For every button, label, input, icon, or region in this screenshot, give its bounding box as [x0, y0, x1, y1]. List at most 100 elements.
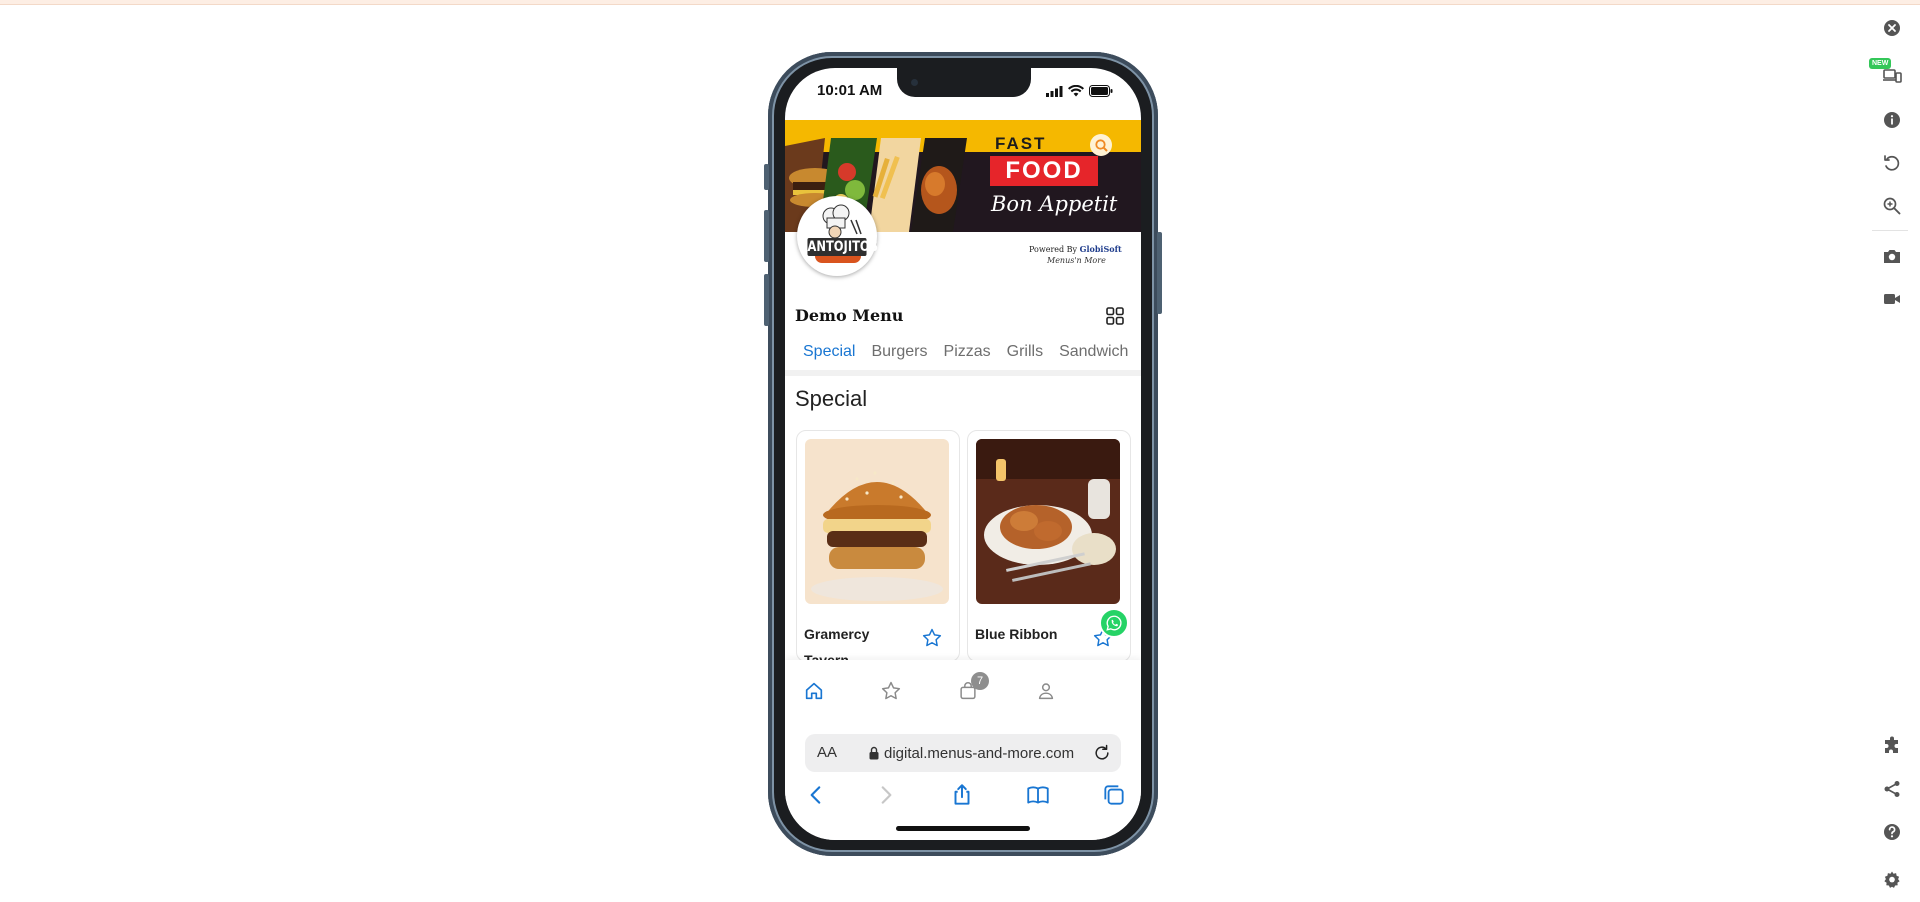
front-camera	[911, 79, 918, 86]
screenshot-button[interactable]	[1878, 242, 1906, 270]
menu-item-name: Gramercy Tavern	[804, 626, 870, 662]
gear-icon	[1884, 871, 1900, 888]
power-button	[1157, 232, 1162, 314]
rotate-button[interactable]	[1878, 149, 1906, 177]
devices-button[interactable]	[1878, 62, 1906, 90]
share-icon	[954, 784, 970, 805]
whatsapp-icon	[1106, 615, 1122, 631]
user-icon	[1038, 683, 1054, 700]
tab-grills[interactable]: Grills	[1007, 334, 1043, 370]
help-button[interactable]	[1878, 818, 1906, 846]
wifi-icon	[1068, 85, 1084, 97]
menu-title: Demo Menu	[795, 306, 904, 325]
menu-item-image[interactable]	[976, 439, 1120, 604]
close-button[interactable]	[1878, 14, 1906, 42]
browser-chrome: AA digital.menus-and-more.com	[785, 726, 1141, 840]
grid-view-button[interactable]	[1105, 306, 1125, 326]
powered-by: Powered By GlobiSoft	[1029, 244, 1122, 254]
lock-icon	[869, 746, 879, 760]
volume-down-button	[764, 274, 769, 326]
browser-back-button[interactable]	[803, 782, 829, 808]
browser-bookmarks-button[interactable]	[1025, 782, 1051, 808]
section-title: Special	[795, 386, 868, 411]
phone-screen: 10:01 AM FAST FOOD Bon Appetit ANTOJITOS…	[785, 68, 1141, 840]
bottom-navigation: 7	[785, 660, 1141, 726]
reader-text-size-button[interactable]: AA	[817, 744, 837, 761]
home-indicator	[896, 826, 1030, 831]
nav-profile[interactable]	[1035, 680, 1061, 706]
browser-tabs-button[interactable]	[1101, 782, 1127, 808]
star-icon	[881, 681, 901, 700]
devices-icon	[1883, 69, 1902, 83]
menu-item-name: Blue Ribbon	[975, 626, 1058, 642]
home-icon	[805, 682, 823, 700]
top-accent-line	[0, 0, 1920, 5]
banner-tagline: Bon Appetit	[991, 192, 1118, 216]
fried-chicken-image	[976, 439, 1120, 604]
menu-item-image[interactable]	[805, 439, 949, 604]
settings-button[interactable]	[1878, 866, 1906, 894]
book-icon	[1027, 786, 1049, 804]
puzzle-icon	[1885, 736, 1898, 753]
logo-swoosh	[815, 256, 861, 263]
grid-icon	[1106, 307, 1124, 325]
menu-item-card[interactable]: Gramercy Tavern	[796, 430, 960, 662]
extensions-button[interactable]	[1878, 732, 1906, 760]
help-icon	[1884, 824, 1900, 840]
info-button[interactable]	[1878, 106, 1906, 134]
zoom-in-icon	[1883, 197, 1901, 215]
cart-count-badge: 7	[971, 672, 989, 690]
category-tabs: Special Burgers Pizzas Grills Sandwich F…	[785, 334, 1141, 370]
chevron-left-icon	[810, 786, 821, 804]
tabs-divider	[785, 370, 1141, 376]
mute-switch	[764, 164, 769, 190]
restaurant-logo: ANTOJITOS	[797, 196, 878, 276]
tab-special[interactable]: Special	[803, 334, 855, 370]
whatsapp-button[interactable]	[1099, 608, 1129, 638]
tab-burgers[interactable]: Burgers	[871, 334, 927, 370]
powered-by-company: GlobiSoft	[1079, 244, 1122, 254]
browser-forward-button[interactable]	[873, 782, 899, 808]
video-camera-icon	[1884, 294, 1900, 304]
logo-text: ANTOJITOS	[807, 238, 878, 256]
tab-sandwich[interactable]: Sandwich	[1059, 334, 1128, 370]
volume-up-button	[764, 210, 769, 262]
info-icon	[1884, 112, 1900, 128]
powered-by-label: Powered By	[1029, 245, 1078, 254]
star-outline-icon	[922, 628, 942, 647]
signal-icon	[1046, 85, 1063, 97]
search-icon	[1094, 138, 1108, 152]
nav-cart[interactable]: 7	[957, 672, 989, 706]
close-icon	[1884, 20, 1900, 36]
url-text[interactable]: digital.menus-and-more.com	[884, 745, 1074, 762]
address-bar[interactable]: AA digital.menus-and-more.com	[805, 734, 1121, 772]
tab-pizzas[interactable]: Pizzas	[944, 334, 991, 370]
banner-fast-text: FAST	[995, 134, 1047, 153]
share-button[interactable]	[1878, 775, 1906, 803]
battery-icon	[1089, 85, 1113, 97]
search-button[interactable]	[1090, 134, 1112, 156]
chef-hat-icon	[822, 204, 862, 239]
reload-icon	[1095, 744, 1109, 760]
burger-image	[805, 439, 949, 604]
record-button[interactable]	[1878, 285, 1906, 313]
reload-button[interactable]	[1092, 743, 1112, 763]
browser-share-button[interactable]	[949, 782, 975, 808]
nav-favorites[interactable]	[880, 680, 906, 706]
camera-icon	[1884, 250, 1900, 263]
emulator-toolbar: NEW	[1856, 0, 1920, 902]
chevron-right-icon	[881, 786, 892, 804]
nav-home[interactable]	[803, 680, 829, 706]
phone-frame: 10:01 AM FAST FOOD Bon Appetit ANTOJITOS…	[764, 52, 1162, 856]
tabs-icon	[1104, 785, 1124, 805]
rotate-icon	[1884, 155, 1900, 171]
share-nodes-icon	[1884, 781, 1900, 797]
status-icons	[1046, 85, 1113, 97]
toolbar-divider	[1872, 230, 1908, 231]
notch	[897, 68, 1031, 97]
status-time: 10:01 AM	[817, 82, 883, 99]
favorite-button[interactable]	[921, 627, 943, 649]
zoom-button[interactable]	[1878, 192, 1906, 220]
powered-by-subtitle: Menus'n More	[1047, 256, 1106, 265]
banner-food-text: FOOD	[990, 156, 1098, 186]
